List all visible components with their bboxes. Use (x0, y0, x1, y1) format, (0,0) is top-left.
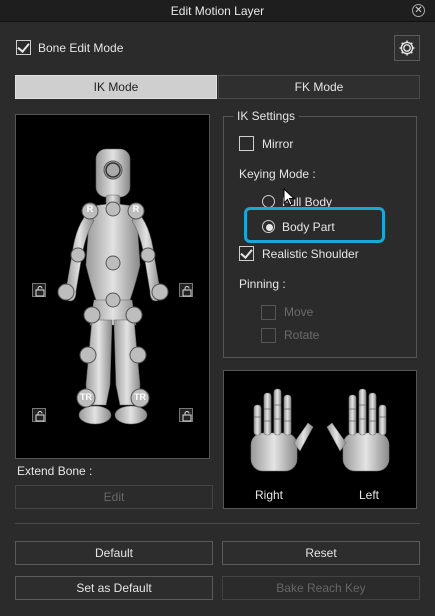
body-figure-panel[interactable]: R R TR TR (15, 114, 210, 459)
left-hand-lock-icon[interactable] (32, 283, 46, 297)
extend-bone-label: Extend Bone : (17, 464, 93, 478)
hands-panel[interactable]: Right Left (223, 370, 417, 509)
pin-move-checkbox[interactable] (261, 305, 276, 320)
body-part-label: Body Part (282, 220, 335, 234)
keying-mode-label: Keying Mode : (239, 167, 316, 181)
close-icon[interactable]: ✕ (412, 4, 425, 17)
reset-button[interactable]: Reset (222, 541, 420, 565)
pin-move-label: Move (284, 305, 314, 319)
left-hand-label: Left (358, 488, 379, 502)
left-shoulder-marker[interactable]: R (82, 204, 98, 214)
title-bar: Edit Motion Layer (0, 0, 435, 22)
realistic-shoulder-label: Realistic Shoulder (262, 247, 359, 261)
pinning-label: Pinning : (239, 277, 286, 291)
mirror-checkbox[interactable] (239, 136, 254, 151)
left-foot-lock-icon[interactable] (32, 408, 46, 422)
bone-edit-mode-checkbox[interactable] (16, 40, 31, 55)
bake-reach-key-button[interactable]: Bake Reach Key (222, 576, 420, 600)
right-hand-lock-icon[interactable] (179, 283, 193, 297)
ik-settings-title: IK Settings (233, 109, 300, 123)
right-foot-lock-icon[interactable] (179, 408, 193, 422)
bone-edit-mode-label: Bone Edit Mode (38, 41, 124, 55)
right-shoulder-marker[interactable]: R (128, 204, 144, 214)
window-title: Edit Motion Layer (170, 4, 265, 18)
realistic-shoulder-checkbox[interactable] (239, 246, 254, 261)
right-hand-label: Right (254, 488, 283, 502)
gear-icon (399, 40, 415, 56)
mouse-cursor-icon (283, 188, 295, 206)
settings-button[interactable] (394, 35, 420, 61)
right-foot-marker[interactable]: TR (128, 392, 152, 402)
pin-rotate-checkbox[interactable] (261, 328, 276, 343)
pin-rotate-label: Rotate (284, 328, 320, 342)
default-button[interactable]: Default (15, 541, 213, 565)
divider (15, 523, 420, 524)
extend-bone-edit-button[interactable]: Edit (15, 485, 213, 509)
tab-fk-mode[interactable]: FK Mode (218, 75, 420, 99)
mirror-label: Mirror (262, 137, 294, 151)
body-part-radio[interactable] (262, 220, 275, 233)
tab-ik-mode[interactable]: IK Mode (15, 75, 217, 99)
left-foot-marker[interactable]: TR (74, 392, 98, 402)
set-as-default-button[interactable]: Set as Default (15, 576, 213, 600)
